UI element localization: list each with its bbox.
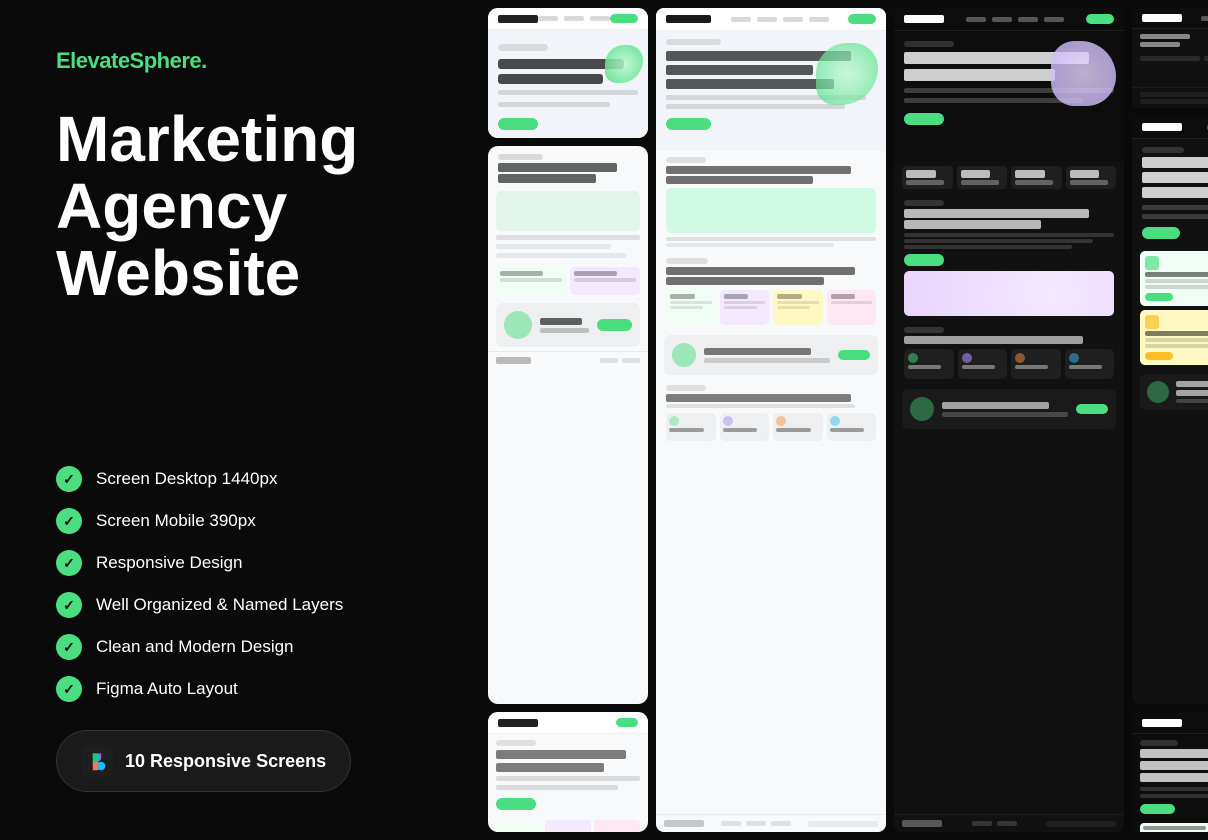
badge-label: 10 Responsive Screens bbox=[125, 751, 326, 772]
desktop-screen-1 bbox=[656, 8, 886, 832]
headline-line1: Marketing bbox=[56, 106, 424, 173]
headline-line3: Website bbox=[56, 240, 424, 307]
mobile-screen-2 bbox=[488, 146, 648, 704]
check-icon-3 bbox=[56, 550, 82, 576]
screenshot-col-mobile-1 bbox=[488, 8, 648, 832]
feature-label-2: Screen Mobile 390px bbox=[96, 511, 256, 531]
feature-item-3: Responsive Design bbox=[56, 550, 424, 576]
logo-text: ElevateSphere bbox=[56, 48, 201, 73]
feature-item-1: Screen Desktop 1440px bbox=[56, 466, 424, 492]
mobile-screen-1 bbox=[488, 8, 648, 138]
feature-label-5: Clean and Modern Design bbox=[96, 637, 294, 657]
headline-line2: Agency bbox=[56, 173, 424, 240]
screenshot-col-services bbox=[1132, 8, 1208, 832]
features-list: Screen Desktop 1440px Screen Mobile 390p… bbox=[56, 466, 424, 702]
feature-label-3: Responsive Design bbox=[96, 553, 242, 573]
mobile-screen-3 bbox=[488, 712, 648, 832]
feature-label-4: Well Organized & Named Layers bbox=[96, 595, 343, 615]
feature-label-1: Screen Desktop 1440px bbox=[96, 469, 277, 489]
check-icon-2 bbox=[56, 508, 82, 534]
check-icon-5 bbox=[56, 634, 82, 660]
check-icon-6 bbox=[56, 676, 82, 702]
feature-item-4: Well Organized & Named Layers bbox=[56, 592, 424, 618]
services-screen-main bbox=[1132, 116, 1208, 704]
logo-dot: . bbox=[201, 48, 207, 73]
left-panel: ElevateSphere. Marketing Agency Website … bbox=[0, 0, 480, 840]
right-panel bbox=[480, 0, 1208, 840]
screenshot-col-desktop-2 bbox=[894, 8, 1124, 832]
feature-label-6: Figma Auto Layout bbox=[96, 679, 238, 699]
badge[interactable]: 10 Responsive Screens bbox=[56, 730, 351, 792]
services-screen-bottom bbox=[1132, 712, 1208, 832]
feature-item-5: Clean and Modern Design bbox=[56, 634, 424, 660]
check-icon-1 bbox=[56, 466, 82, 492]
feature-item-2: Screen Mobile 390px bbox=[56, 508, 424, 534]
desktop-screen-dark-1 bbox=[894, 8, 1124, 832]
services-screen-top bbox=[1132, 8, 1208, 108]
feature-item-6: Figma Auto Layout bbox=[56, 676, 424, 702]
screenshot-col-desktop-1 bbox=[656, 8, 886, 832]
logo: ElevateSphere. bbox=[56, 48, 424, 74]
figma-icon bbox=[81, 745, 113, 777]
check-icon-4 bbox=[56, 592, 82, 618]
headline: Marketing Agency Website bbox=[56, 106, 424, 308]
